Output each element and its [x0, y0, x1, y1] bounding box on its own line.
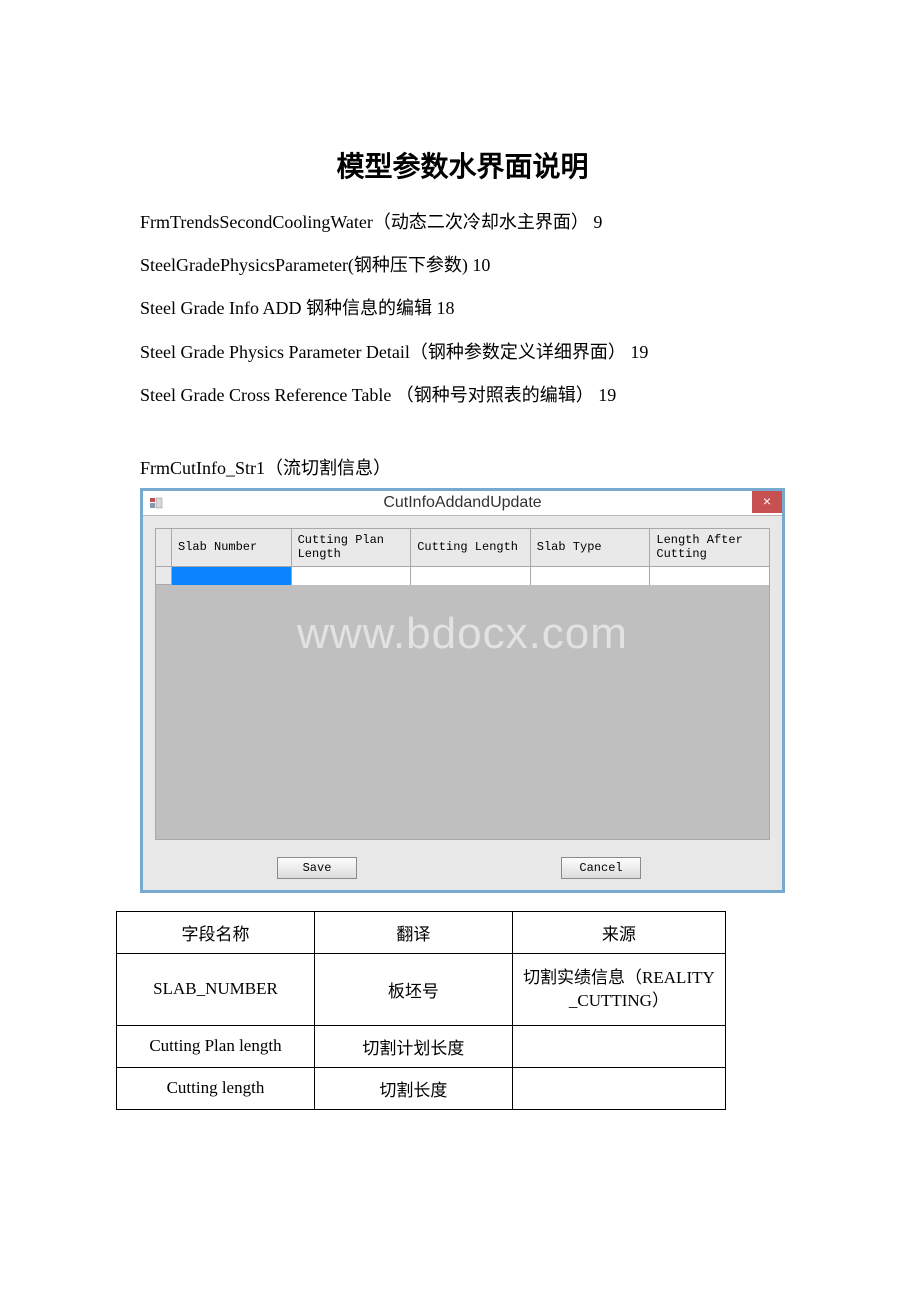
toc-item: Steel Grade Physics Parameter Detail（钢种参…	[140, 340, 785, 365]
grid-header-row: Slab Number Cutting Plan Length Cutting …	[156, 529, 769, 567]
grid-cell[interactable]	[531, 567, 651, 585]
table-row: Cutting length 切割长度	[117, 1067, 726, 1109]
close-button[interactable]: ×	[752, 491, 782, 513]
toc-item: FrmTrendsSecondCoolingWater（动态二次冷却水主界面） …	[140, 210, 785, 235]
data-grid[interactable]: Slab Number Cutting Plan Length Cutting …	[155, 528, 770, 840]
column-header[interactable]: Cutting Length	[411, 529, 531, 567]
column-header[interactable]: Slab Type	[531, 529, 651, 567]
watermark-text: www.bdocx.com	[156, 609, 769, 659]
app-window: CutInfoAddandUpdate × Slab Number Cuttin…	[140, 488, 785, 893]
table-cell	[512, 1067, 725, 1109]
document-title: 模型参数水界面说明	[140, 145, 785, 185]
titlebar: CutInfoAddandUpdate ×	[143, 491, 782, 516]
table-cell: 板坯号	[314, 953, 512, 1025]
table-cell: 切割长度	[314, 1067, 512, 1109]
save-button[interactable]: Save	[277, 857, 357, 879]
table-header-row: 字段名称 翻译 来源	[117, 911, 726, 953]
table-header: 来源	[512, 911, 725, 953]
table-row: SLAB_NUMBER 板坯号 切割实绩信息（REALITY _CUTTING）	[117, 953, 726, 1025]
table-cell: 切割计划长度	[314, 1025, 512, 1067]
row-selector[interactable]	[156, 567, 172, 585]
toc-item: Steel Grade Cross Reference Table （钢种号对照…	[140, 383, 785, 408]
window-title: CutInfoAddandUpdate	[143, 494, 782, 512]
cancel-button[interactable]: Cancel	[561, 857, 641, 879]
table-cell: Cutting Plan length	[117, 1025, 315, 1067]
grid-cell[interactable]	[411, 567, 531, 585]
column-header[interactable]: Cutting Plan Length	[292, 529, 412, 567]
table-cell: Cutting length	[117, 1067, 315, 1109]
column-header[interactable]: Slab Number	[172, 529, 292, 567]
table-header: 字段名称	[117, 911, 315, 953]
table-cell: 切割实绩信息（REALITY _CUTTING）	[512, 953, 725, 1025]
grid-cell-selected[interactable]	[172, 567, 292, 585]
section-label: FrmCutInfo_Str1（流切割信息）	[140, 454, 785, 480]
row-header-blank	[156, 529, 172, 567]
field-info-table: 字段名称 翻译 来源 SLAB_NUMBER 板坯号 切割实绩信息（REALIT…	[116, 911, 726, 1110]
grid-empty-area: www.bdocx.com	[156, 585, 769, 839]
column-header[interactable]: Length After Cutting	[650, 529, 769, 567]
toc-item: Steel Grade Info ADD 钢种信息的编辑 18	[140, 296, 785, 321]
button-row: Save Cancel	[143, 850, 782, 890]
grid-cell[interactable]	[292, 567, 412, 585]
table-cell	[512, 1025, 725, 1067]
table-header: 翻译	[314, 911, 512, 953]
toc-item: SteelGradePhysicsParameter(钢种压下参数) 10	[140, 253, 785, 278]
grid-cell[interactable]	[650, 567, 769, 585]
grid-row[interactable]	[156, 567, 769, 585]
table-row: Cutting Plan length 切割计划长度	[117, 1025, 726, 1067]
table-cell: SLAB_NUMBER	[117, 953, 315, 1025]
